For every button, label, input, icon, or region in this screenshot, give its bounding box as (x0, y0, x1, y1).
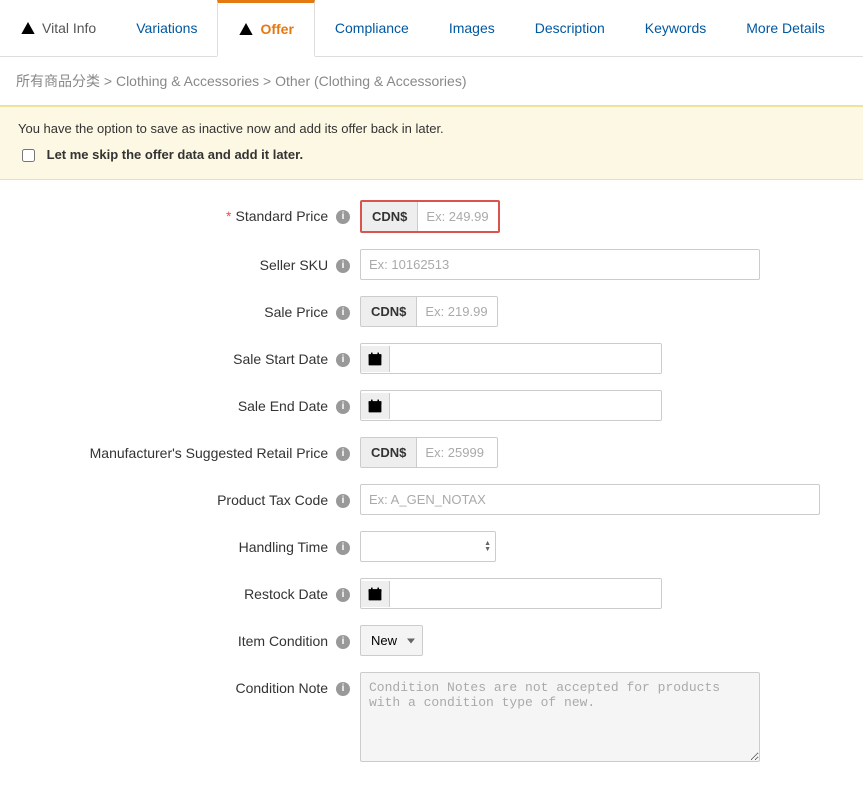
calendar-icon[interactable] (361, 581, 390, 607)
tab-label: Keywords (645, 20, 706, 36)
info-icon[interactable]: i (336, 588, 350, 602)
restock-date-group (360, 578, 662, 609)
label-restock-date: Restock Date i (0, 578, 360, 602)
condition-note-textarea (360, 672, 760, 762)
info-icon[interactable]: i (336, 682, 350, 696)
label-sale-end-date: Sale End Date i (0, 390, 360, 414)
sale-end-date-input[interactable] (390, 391, 661, 420)
info-icon[interactable]: i (336, 494, 350, 508)
breadcrumb: 所有商品分类 > Clothing & Accessories > Other … (0, 57, 863, 106)
tab-label: Vital Info (42, 20, 96, 36)
label-condition-note: Condition Note i (0, 672, 360, 696)
tab-label: Variations (136, 20, 197, 36)
standard-price-input[interactable] (418, 202, 498, 231)
tab-vital-info[interactable]: Vital Info (0, 0, 116, 56)
info-icon[interactable]: i (336, 353, 350, 367)
tab-label: Compliance (335, 20, 409, 36)
handling-time-input[interactable] (361, 532, 484, 561)
item-condition-select[interactable]: New (360, 625, 423, 656)
skip-offer-label-text: Let me skip the offer data and add it la… (47, 147, 303, 162)
info-icon[interactable]: i (336, 259, 350, 273)
seller-sku-input[interactable] (360, 249, 760, 280)
currency-prefix: CDN$ (362, 202, 418, 231)
info-icon[interactable]: i (336, 306, 350, 320)
sale-start-date-input[interactable] (390, 344, 661, 373)
info-icon[interactable]: i (336, 400, 350, 414)
info-icon[interactable]: i (336, 447, 350, 461)
sale-start-date-group (360, 343, 662, 374)
tab-compliance[interactable]: Compliance (315, 0, 429, 56)
warning-icon (238, 21, 254, 37)
label-msrp: Manufacturer's Suggested Retail Price i (0, 437, 360, 461)
label-seller-sku: Seller SKU i (0, 249, 360, 273)
tab-bar: Vital Info Variations Offer Compliance I… (0, 0, 863, 57)
tab-more-details[interactable]: More Details (726, 0, 845, 56)
label-standard-price: *Standard Price i (0, 200, 360, 224)
tab-offer[interactable]: Offer (217, 0, 314, 57)
msrp-group: CDN$ (360, 437, 498, 468)
sale-end-date-group (360, 390, 662, 421)
currency-prefix: CDN$ (361, 438, 417, 467)
msrp-input[interactable] (417, 438, 497, 467)
tab-keywords[interactable]: Keywords (625, 0, 726, 56)
sale-price-input[interactable] (417, 297, 497, 326)
tab-label: Offer (260, 21, 293, 37)
skip-offer-label[interactable]: Let me skip the offer data and add it la… (18, 147, 303, 162)
info-icon[interactable]: i (336, 541, 350, 555)
handling-time-group: ▲▼ (360, 531, 496, 562)
tab-variations[interactable]: Variations (116, 0, 217, 56)
info-icon[interactable]: i (336, 210, 350, 224)
calendar-icon[interactable] (361, 346, 390, 372)
standard-price-group: CDN$ (360, 200, 500, 233)
calendar-icon[interactable] (361, 393, 390, 419)
skip-offer-checkbox[interactable] (22, 149, 35, 162)
notice-text: You have the option to save as inactive … (18, 121, 845, 136)
label-handling-time: Handling Time i (0, 531, 360, 555)
tab-description[interactable]: Description (515, 0, 625, 56)
currency-prefix: CDN$ (361, 297, 417, 326)
info-icon[interactable]: i (336, 635, 350, 649)
sale-price-group: CDN$ (360, 296, 498, 327)
tab-label: More Details (746, 20, 825, 36)
tax-code-input[interactable] (360, 484, 820, 515)
label-item-condition: Item Condition i (0, 625, 360, 649)
label-tax-code: Product Tax Code i (0, 484, 360, 508)
offer-form: *Standard Price i CDN$ Seller SKU i Sale… (0, 180, 863, 808)
label-sale-price: Sale Price i (0, 296, 360, 320)
tab-label: Images (449, 20, 495, 36)
label-sale-start-date: Sale Start Date i (0, 343, 360, 367)
tab-label: Description (535, 20, 605, 36)
restock-date-input[interactable] (390, 579, 661, 608)
notice-banner: You have the option to save as inactive … (0, 106, 863, 180)
warning-icon (20, 20, 36, 36)
stepper-icon[interactable]: ▲▼ (484, 541, 491, 553)
item-condition-wrap: New (360, 625, 423, 656)
tab-images[interactable]: Images (429, 0, 515, 56)
